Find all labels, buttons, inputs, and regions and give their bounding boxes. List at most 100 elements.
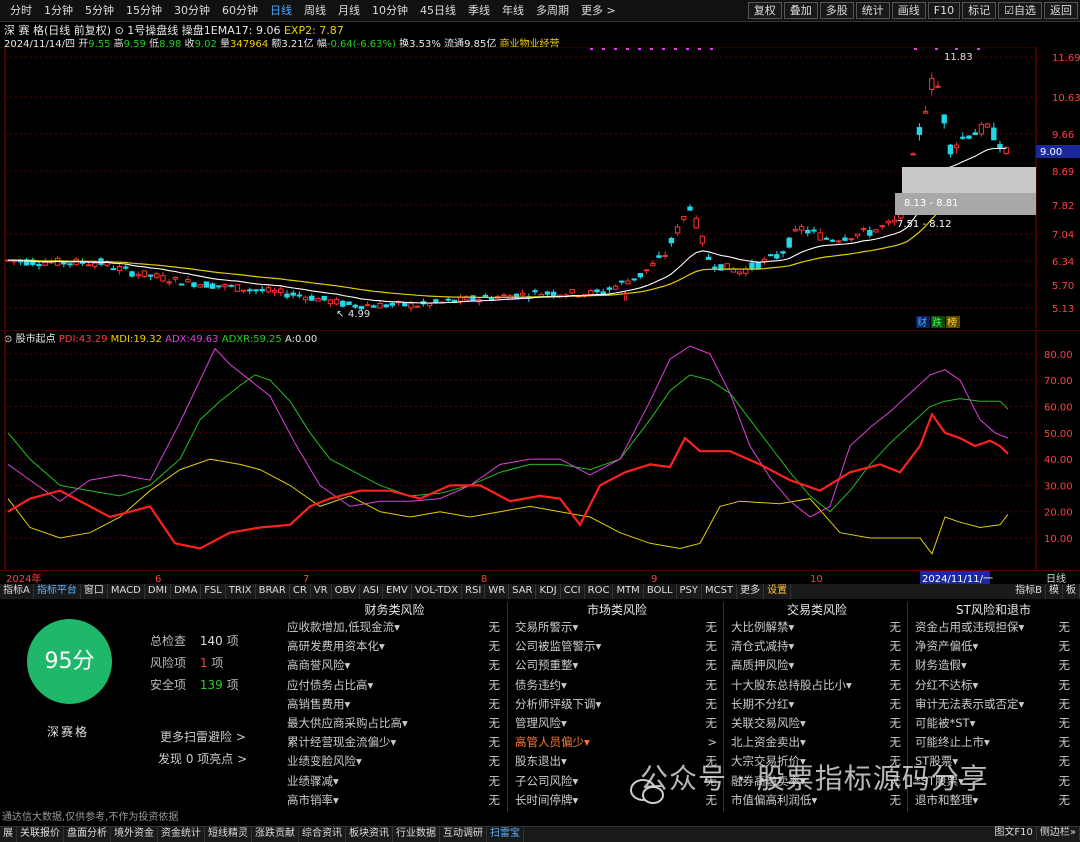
indicator-tab-asi[interactable]: ASI [360,584,383,599]
risk-item[interactable]: 高市销率▾ 无 [283,791,506,810]
toolbar-button-2[interactable]: 多股 [819,2,854,19]
bottom-tab-9[interactable]: 行业数据 [393,827,440,842]
risk-item[interactable]: 最大供应商采购占比高▾ 无 [283,714,506,733]
period-tab-5[interactable]: 60分钟 [216,3,264,18]
period-tab-6[interactable]: 日线 [264,3,298,18]
indicator-tab-boll[interactable]: BOLL [644,584,677,599]
bottom-tab-11[interactable]: 扫雷宝 [487,827,524,842]
bottom-tab-7[interactable]: 综合资讯 [299,827,346,842]
bottom-right-button-0[interactable]: 图文F10 [991,826,1037,840]
indicator-tab-rsi[interactable]: RSI [462,584,486,599]
indicator-tab-macd[interactable]: MACD [108,584,145,599]
toolbar-button-8[interactable]: 返回 [1044,2,1078,19]
risk-item[interactable]: 高销售费用▾ 无 [283,695,506,714]
indicator-tab-mtm[interactable]: MTM [613,584,644,599]
period-tab-3[interactable]: 15分钟 [120,3,168,18]
period-tab-7[interactable]: 周线 [298,3,332,18]
indicator-tab-vol-tdx[interactable]: VOL-TDX [412,584,463,599]
risk-item[interactable]: 应付债务占比高▾ 无 [283,676,506,695]
risk-item[interactable]: 长期不分红▾ 无 [727,695,907,714]
risk-item[interactable]: 业绩骤减▾ 无 [283,772,506,791]
risk-item[interactable]: 大比例解禁▾ 无 [727,618,907,637]
risk-item[interactable]: 高管人员偏少▾ > [511,733,723,752]
risk-item[interactable]: 高质押风险▾ 无 [727,656,907,675]
period-tab-12[interactable]: 年线 [496,3,530,18]
bottom-tab-2[interactable]: 盘面分析 [64,827,111,842]
risk-item[interactable]: 清仓式减持▾ 无 [727,637,907,656]
period-tab-14[interactable]: 更多 > [575,3,622,18]
risk-item[interactable]: 公司预重整▾ 无 [511,656,723,675]
indicator-tab-brar[interactable]: BRAR [256,584,290,599]
badge-bang[interactable]: 榜 [947,316,957,329]
period-tab-4[interactable]: 30分钟 [168,3,216,18]
highlights-link[interactable]: 发现 0 项亮点 > [158,750,247,767]
bottom-tab-4[interactable]: 资金统计 [158,827,205,842]
indicator-tab-right-1[interactable]: 模 [1046,584,1063,599]
toolbar-button-6[interactable]: 标记 [962,2,997,19]
risk-item[interactable]: 十大股东总持股占比小▾ 无 [727,676,907,695]
bottom-tab-5[interactable]: 短线精灵 [205,827,252,842]
bottom-tab-3[interactable]: 境外资金 [111,827,158,842]
risk-item[interactable]: 可能终止上市▾ 无 [911,733,1076,752]
bottom-tab-1[interactable]: 关联报价 [17,827,64,842]
indicator-tab-sar[interactable]: SAR [509,584,537,599]
risk-item[interactable]: 北上资金卖出▾ 无 [727,733,907,752]
risk-item[interactable]: 业绩变脸风险▾ 无 [283,752,506,771]
badge-die[interactable]: 跌 [932,316,942,329]
risk-item[interactable]: 公司被监管警示▾ 无 [511,637,723,656]
indicator-tab-vr[interactable]: VR [311,584,332,599]
indicator-tab-right-0[interactable]: 指标B [1012,584,1046,599]
risk-item[interactable]: 分析师评级下调▾ 无 [511,695,723,714]
period-tab-2[interactable]: 5分钟 [79,3,120,18]
bottom-tab-10[interactable]: 互动调研 [440,827,487,842]
indicator-tab-psy[interactable]: PSY [677,584,703,599]
indicator-tab-item-26[interactable]: 设置 [764,584,792,599]
toolbar-button-0[interactable]: 复权 [747,2,782,19]
indicator-tab-roc[interactable]: ROC [585,584,614,599]
risk-item[interactable]: 债务违约▾ 无 [511,676,723,695]
period-tab-13[interactable]: 多周期 [530,3,575,18]
indicator-tab-right-2[interactable]: 板 [1063,584,1080,599]
risk-item[interactable]: 分红不达标▾ 无 [911,676,1076,695]
period-tab-10[interactable]: 45日线 [414,3,462,18]
indicator-tab-emv[interactable]: EMV [383,584,412,599]
period-tab-9[interactable]: 10分钟 [366,3,414,18]
bottom-tab-0[interactable]: 展 [0,827,17,842]
risk-item[interactable]: 财务造假▾ 无 [911,656,1076,675]
bottom-tab-8[interactable]: 板块资讯 [346,827,393,842]
indicator-tab-item-25[interactable]: 更多 [737,584,765,599]
risk-item[interactable]: 审计无法表示或否定▾ 无 [911,695,1076,714]
indicator-tab-trix[interactable]: TRIX [226,584,256,599]
risk-item[interactable]: 累计经营现金流偏少▾ 无 [283,733,506,752]
risk-item[interactable]: 应收款增加,低现金流▾ 无 [283,618,506,637]
bottom-tab-6[interactable]: 涨跌贡献 [252,827,299,842]
risk-item[interactable]: 资金占用或违规担保▾ 无 [911,618,1076,637]
indicator-tab-wr[interactable]: WR [485,584,510,599]
period-tab-11[interactable]: 季线 [462,3,496,18]
period-tab-1[interactable]: 1分钟 [38,3,79,18]
toolbar-button-3[interactable]: 统计 [855,2,890,19]
risk-item[interactable]: 净资产偏低▾ 无 [911,637,1076,656]
indicator-tab-fsl[interactable]: FSL [201,584,226,599]
risk-item[interactable]: 可能被*ST▾ 无 [911,714,1076,733]
kline-chart[interactable]: 8.13 - 8.81 7.51 - 8.12 11.69 10.63 9.66 8.… [0,47,1080,329]
badge-cai[interactable]: 财 [917,316,927,329]
risk-item[interactable]: 交易所警示▾ 无 [511,618,723,637]
risk-item[interactable]: 高研发费用资本化▾ 无 [283,637,506,656]
period-tab-0[interactable]: 分时 [4,3,38,18]
indicator-tab-item-2[interactable]: 窗口 [81,584,108,599]
indicator-tab-obv[interactable]: OBV [332,584,360,599]
indicator-tab-cci[interactable]: CCI [561,584,585,599]
toolbar-button-7[interactable]: ☑自选 [998,2,1042,19]
risk-item[interactable]: 关联交易风险▾ 无 [727,714,907,733]
risk-item[interactable]: 高商誉风险▾ 无 [283,656,506,675]
indicator-tab-dmi[interactable]: DMI [145,584,172,599]
bottom-right-button-1[interactable]: 侧边栏» [1037,826,1080,840]
more-risk-link[interactable]: 更多扫雷避险 > [160,728,246,745]
indicator-tab-item-1[interactable]: 指标平台 [34,584,81,599]
period-tab-8[interactable]: 月线 [332,3,366,18]
indicator-tab-kdj[interactable]: KDJ [536,584,561,599]
indicator-tab-mcst[interactable]: MCST [702,584,738,599]
indicator-tab-a[interactable]: 指标A [0,584,34,599]
indicator-tab-dma[interactable]: DMA [171,584,202,599]
